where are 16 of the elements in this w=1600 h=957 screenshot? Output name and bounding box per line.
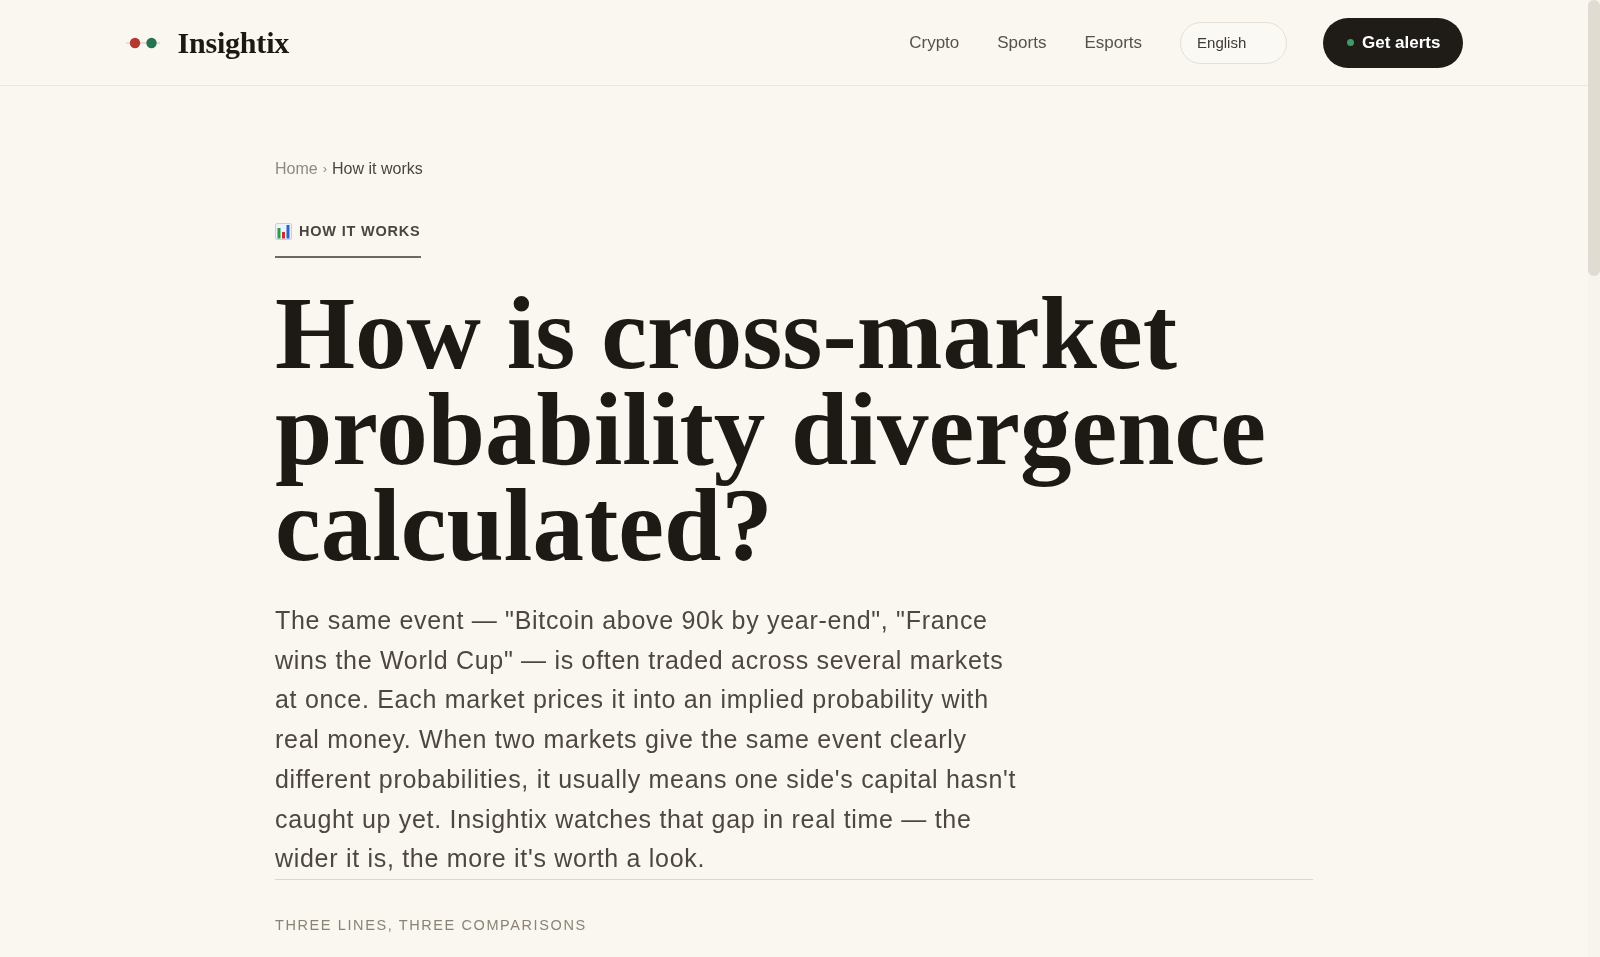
status-dot-icon bbox=[1347, 39, 1355, 46]
nav-link[interactable]: Sports bbox=[997, 32, 1047, 53]
brand-name: Insightix bbox=[177, 25, 290, 60]
current-page-text: How it works bbox=[332, 159, 423, 179]
scrollbar-thumb[interactable] bbox=[1588, 0, 1600, 276]
nav-link[interactable]: Crypto bbox=[909, 32, 960, 53]
page-title: How is cross-market probability divergence calculated? bbox=[275, 285, 1267, 573]
section-label: THREE LINES, THREE COMPARISONS bbox=[275, 915, 587, 935]
nav-link[interactable]: Esports bbox=[1084, 32, 1143, 53]
logo-icon bbox=[125, 36, 160, 49]
intro-paragraph: The same event — "Bitcoin above 90k by year-end", "France wins the World Cup" — is often traded across several markets at once. Each market prices it into an implied probability with real money. When two markets give the same event clearly different probabilities, it usually means one side's capital hasn't caught up yet. Insightix watches that gap in real time — the wider it is, the more it's worth a look. bbox=[275, 605, 1018, 875]
get-alerts-button[interactable]: Get alerts bbox=[1323, 17, 1463, 68]
bar-chart-icon bbox=[275, 222, 292, 240]
language-select[interactable]: English bbox=[1180, 21, 1288, 64]
eyebrow-label: HOW IT WORKS bbox=[299, 222, 421, 241]
breadcrumb-separator: › bbox=[322, 160, 328, 178]
